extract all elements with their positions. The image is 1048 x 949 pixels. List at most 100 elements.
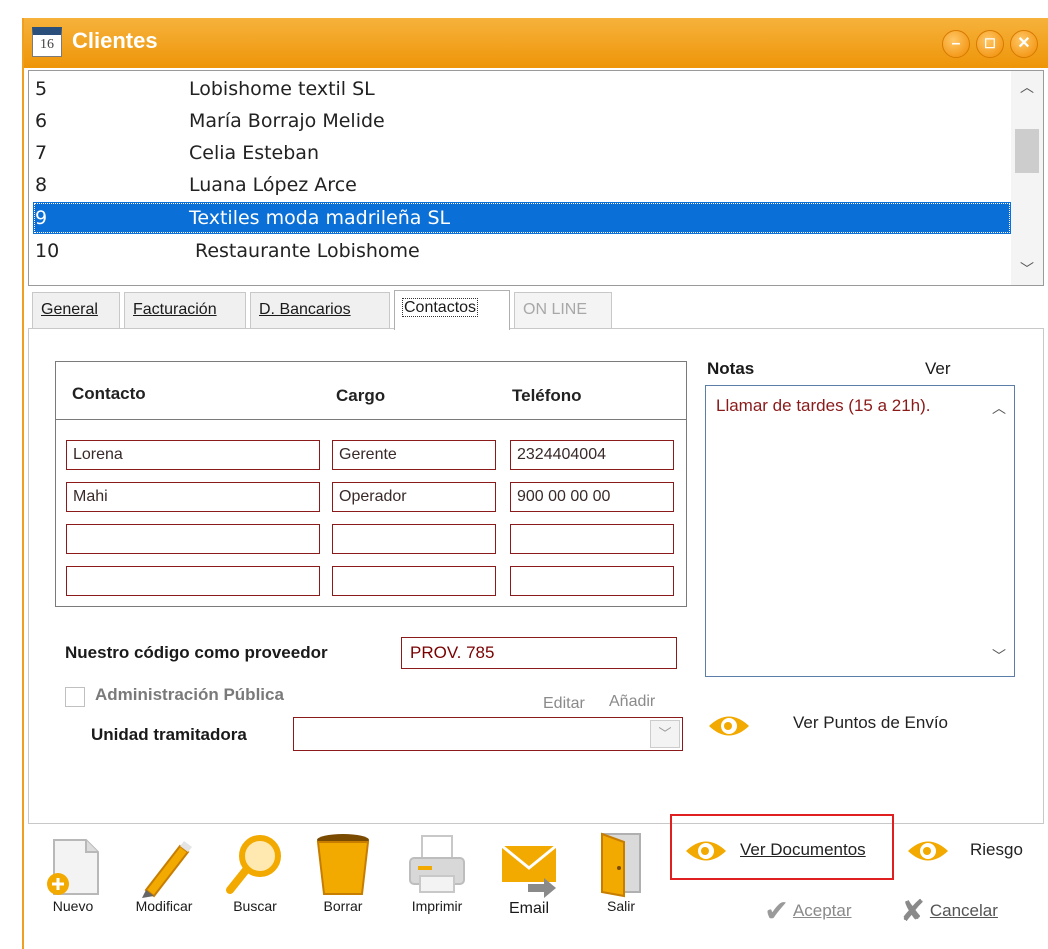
aceptar-label: Aceptar bbox=[792, 900, 852, 920]
notes-label: Notas bbox=[707, 359, 755, 378]
chevron-up-icon[interactable]: ︿ bbox=[1011, 75, 1043, 99]
minimize-icon: – bbox=[951, 35, 961, 52]
eye-icon[interactable] bbox=[707, 713, 751, 739]
tab-online: ON LINE bbox=[514, 292, 612, 328]
unidad-tramitadora-select[interactable]: ﹀ bbox=[293, 717, 683, 751]
cancelar-label: Cancelar bbox=[929, 900, 998, 920]
client-name: Celia Esteban bbox=[189, 142, 319, 164]
clientes-window: 16 Clientes – ☐ ✕ 5 Lobishome textil SL … bbox=[22, 18, 1048, 949]
envelope-icon bbox=[501, 844, 557, 898]
list-scrollbar[interactable]: ︿ ﹀ bbox=[1011, 71, 1043, 285]
contact-role-field[interactable] bbox=[332, 566, 496, 596]
client-name: Restaurante Lobishome bbox=[195, 240, 420, 262]
borrar-button[interactable]: Borrar bbox=[308, 832, 378, 914]
modificar-label: Modificar bbox=[135, 898, 193, 914]
riesgo-link[interactable]: Riesgo bbox=[970, 840, 1023, 860]
tab-bancarios[interactable]: D. Bancarios bbox=[250, 292, 390, 328]
exit-door-icon bbox=[601, 832, 641, 898]
list-item[interactable]: 7 Celia Esteban bbox=[33, 137, 1011, 169]
modificar-button[interactable]: Modificar bbox=[124, 836, 204, 914]
nuevo-label: Nuevo bbox=[52, 898, 94, 914]
pencil-icon bbox=[142, 841, 192, 898]
trash-icon bbox=[316, 834, 370, 895]
email-label: Email bbox=[508, 900, 549, 917]
eye-icon[interactable] bbox=[684, 838, 728, 864]
contact-name-field[interactable]: Lorena bbox=[66, 440, 320, 470]
contact-phone-field[interactable] bbox=[510, 566, 674, 596]
contact-phone-field[interactable]: 900 00 00 00 bbox=[510, 482, 674, 512]
window-title: Clientes bbox=[72, 28, 158, 53]
calendar-app-icon: 16 bbox=[32, 27, 62, 57]
new-document-icon bbox=[47, 839, 99, 895]
contact-name-field[interactable] bbox=[66, 524, 320, 554]
admin-publica-checkbox[interactable] bbox=[65, 687, 85, 707]
maximize-button[interactable]: ☐ bbox=[976, 30, 1004, 58]
contactos-panel: Contacto Cargo Teléfono Lorena Gerente 2… bbox=[28, 328, 1044, 824]
salir-label: Salir bbox=[606, 898, 635, 914]
contact-role-field[interactable] bbox=[332, 524, 496, 554]
provider-code-label: Nuestro código como proveedor bbox=[65, 643, 328, 662]
salir-button[interactable]: Salir bbox=[586, 830, 656, 914]
borrar-label: Borrar bbox=[323, 898, 363, 914]
buscar-button[interactable]: Buscar bbox=[220, 832, 290, 914]
contact-phone-field[interactable]: 2324404004 bbox=[510, 440, 674, 470]
notes-text: Llamar de tardes (15 a 21h). bbox=[716, 396, 931, 415]
header-contacto: Contacto bbox=[72, 384, 146, 403]
nuevo-button[interactable]: Nuevo bbox=[42, 836, 104, 914]
aceptar-button[interactable]: ✔ Aceptar bbox=[764, 894, 880, 929]
ver-documentos-link[interactable]: Ver Documentos bbox=[740, 840, 866, 860]
editar-link[interactable]: Editar bbox=[543, 695, 585, 713]
cancelar-button[interactable]: ✘ Cancelar bbox=[900, 894, 1030, 929]
minimize-button[interactable]: – bbox=[942, 30, 970, 58]
tab-contactos[interactable]: Contactos bbox=[394, 290, 510, 330]
header-cargo: Cargo bbox=[336, 386, 386, 405]
notes-ver-link[interactable]: Ver bbox=[925, 359, 951, 379]
chevron-down-icon[interactable]: ﹀ bbox=[1011, 257, 1043, 281]
contact-name-field[interactable]: Mahi bbox=[66, 482, 320, 512]
chevron-down-icon[interactable]: ﹀ bbox=[650, 720, 680, 748]
contacts-table: Contacto Cargo Teléfono Lorena Gerente 2… bbox=[55, 361, 687, 607]
cancel-x-icon: ✘ bbox=[900, 895, 926, 928]
anadir-link[interactable]: Añadir bbox=[609, 693, 655, 711]
printer-icon bbox=[409, 835, 465, 893]
client-name: Luana López Arce bbox=[189, 174, 357, 196]
buscar-label: Buscar bbox=[233, 898, 277, 914]
client-code: 10 bbox=[35, 240, 60, 262]
contacts-table-header: Contacto Cargo Teléfono bbox=[56, 362, 686, 420]
tab-facturacion[interactable]: Facturación bbox=[124, 292, 246, 328]
list-item-selected[interactable]: 9 Textiles moda madrileña SL bbox=[33, 202, 1011, 234]
client-code: 6 bbox=[35, 110, 48, 132]
list-item[interactable]: 8 Luana López Arce bbox=[33, 169, 1011, 201]
close-icon: ✕ bbox=[1017, 35, 1031, 52]
scroll-thumb[interactable] bbox=[1015, 129, 1039, 173]
client-name: Textiles moda madrileña SL bbox=[189, 207, 451, 229]
eye-icon[interactable] bbox=[906, 838, 950, 864]
list-item[interactable]: 5 Lobishome textil SL bbox=[33, 73, 1011, 105]
contact-phone-field[interactable] bbox=[510, 524, 674, 554]
client-name: Lobishome textil SL bbox=[189, 78, 375, 100]
client-list[interactable]: 5 Lobishome textil SL 6 María Borrajo Me… bbox=[28, 70, 1044, 286]
list-item[interactable]: 6 María Borrajo Melide bbox=[33, 105, 1011, 137]
maximize-icon: ☐ bbox=[984, 36, 996, 51]
chevron-up-icon[interactable]: ︿ bbox=[992, 398, 1006, 418]
ver-puntos-envio-link[interactable]: Ver Puntos de Envío bbox=[793, 713, 948, 733]
contact-role-field[interactable]: Gerente bbox=[332, 440, 496, 470]
admin-publica-label: Administración Pública bbox=[95, 685, 284, 704]
email-button[interactable]: Email bbox=[494, 836, 564, 918]
imprimir-button[interactable]: Imprimir bbox=[402, 832, 472, 914]
tab-contactos-label: Contactos bbox=[401, 298, 479, 317]
client-code: 5 bbox=[35, 78, 48, 100]
close-button[interactable]: ✕ bbox=[1010, 30, 1038, 58]
provider-code-input[interactable]: PROV. 785 bbox=[401, 637, 677, 669]
title-bar[interactable]: 16 Clientes – ☐ ✕ bbox=[24, 18, 1048, 68]
client-code: 8 bbox=[35, 174, 48, 196]
tab-general[interactable]: General bbox=[32, 292, 120, 328]
list-item[interactable]: 10 Restaurante Lobishome bbox=[33, 235, 1011, 267]
header-telefono: Teléfono bbox=[512, 386, 582, 405]
client-code: 7 bbox=[35, 142, 48, 164]
contact-name-field[interactable] bbox=[66, 566, 320, 596]
notes-textarea[interactable]: Llamar de tardes (15 a 21h). ︿ ﹀ bbox=[705, 385, 1015, 677]
contact-role-field[interactable]: Operador bbox=[332, 482, 496, 512]
chevron-down-icon[interactable]: ﹀ bbox=[992, 646, 1006, 666]
magnifier-icon bbox=[226, 835, 281, 894]
